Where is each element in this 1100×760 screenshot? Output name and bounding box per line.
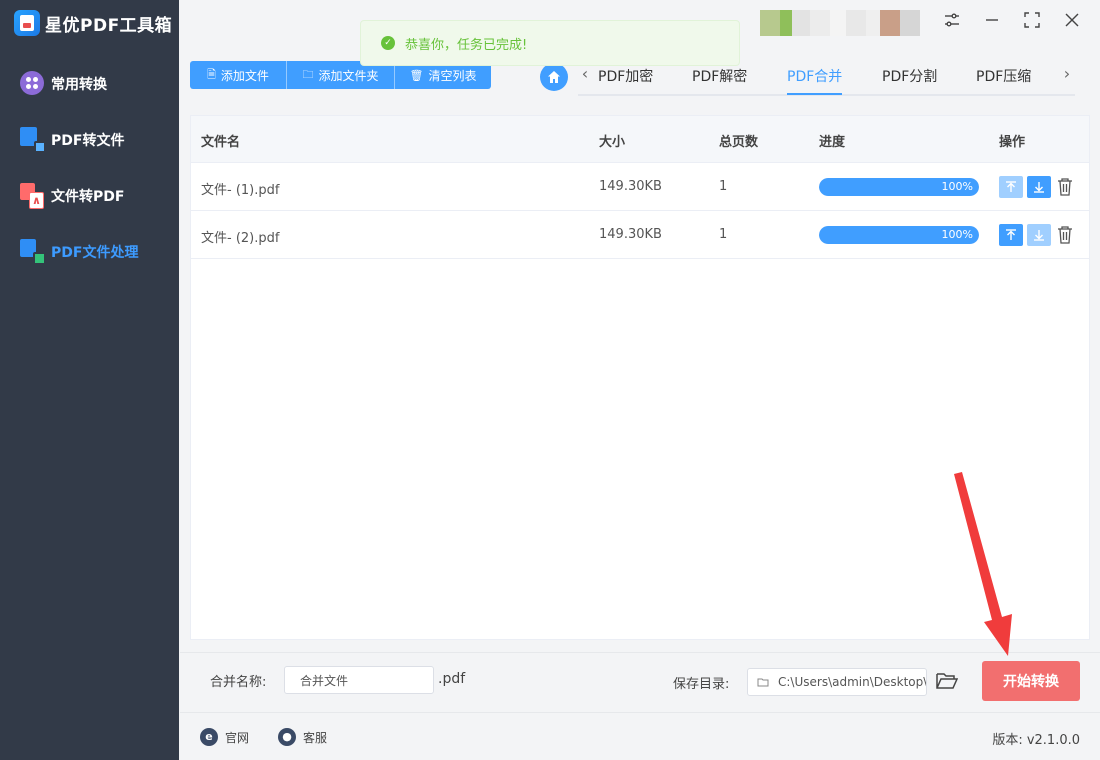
user-avatar-blurred[interactable]	[760, 10, 920, 36]
add-folder-label: 添加文件夹	[318, 68, 379, 83]
save-dir-label: 保存目录:	[673, 677, 730, 692]
website-label: 官网	[225, 730, 250, 745]
check-circle-icon: ✓	[381, 36, 395, 50]
pdf-processing-icon	[20, 239, 46, 265]
delete-icon[interactable]	[1056, 176, 1074, 198]
arrow-down-icon	[1034, 230, 1044, 241]
add-file-button[interactable]: 🗎 添加文件	[190, 61, 287, 89]
move-down-button[interactable]	[1027, 224, 1051, 246]
progress-bar: 100%	[819, 226, 979, 244]
progress-text: 100%	[941, 180, 973, 193]
folder-icon: 🗀	[302, 67, 314, 81]
cell-pages: 1	[719, 227, 728, 242]
chevron-left-icon[interactable]: ‹	[578, 64, 592, 83]
start-convert-button[interactable]: 开始转换	[982, 661, 1080, 701]
save-dir-path: C:\Users\admin\Desktop\	[778, 675, 926, 689]
file-to-pdf-icon	[20, 183, 46, 209]
add-file-label: 添加文件	[220, 68, 269, 83]
save-dir-input[interactable]: C:\Users\admin\Desktop\	[747, 668, 927, 696]
header-progress: 进度	[819, 135, 846, 150]
sidebar: 星优PDF工具箱 常用转换 PDF转文件 文件转PDF PDF文件处理	[0, 0, 179, 760]
home-icon	[548, 71, 560, 83]
sidebar-item-pdf-to-file[interactable]: PDF转文件	[20, 127, 124, 153]
header-filename: 文件名	[201, 135, 241, 150]
app-title: 星优PDF工具箱	[45, 15, 173, 36]
browse-folder-icon[interactable]	[936, 671, 958, 691]
support-link[interactable]: ● 客服	[278, 728, 327, 746]
progress-bar: 100%	[819, 178, 979, 196]
cell-size: 149.30KB	[599, 179, 662, 194]
arrow-up-icon	[1006, 181, 1016, 192]
tab-pdf-compress[interactable]: PDF压缩	[976, 66, 1031, 86]
toast-message: 恭喜你，任务已完成!	[405, 37, 528, 53]
sidebar-item-file-to-pdf[interactable]: 文件转PDF	[20, 183, 124, 209]
footer: e 官网 ● 客服 版本: v2.1.0.0	[180, 712, 1100, 760]
tab-pdf-encrypt[interactable]: PDF加密	[598, 66, 653, 86]
minimize-icon[interactable]	[981, 12, 1003, 34]
pdf-to-file-icon	[20, 127, 46, 153]
delete-icon[interactable]	[1056, 224, 1074, 246]
settings-sliders-icon[interactable]	[941, 12, 963, 34]
folder-small-icon	[757, 678, 769, 687]
arrow-up-icon	[1006, 229, 1016, 240]
move-up-button[interactable]	[999, 224, 1023, 246]
cell-filename: 文件- (2).pdf	[201, 231, 280, 246]
sidebar-item-label: 文件转PDF	[51, 189, 125, 205]
header-size: 大小	[599, 135, 626, 150]
file-icon: 🗎	[207, 67, 216, 81]
move-down-button[interactable]	[1027, 176, 1051, 198]
home-button[interactable]	[540, 63, 568, 91]
chevron-right-icon[interactable]: ›	[1060, 64, 1074, 83]
cell-size: 149.30KB	[599, 227, 662, 242]
annotation-arrow	[954, 472, 1012, 656]
cell-filename: 文件- (1).pdf	[201, 183, 280, 198]
sidebar-item-common-convert[interactable]: 常用转换	[20, 71, 107, 97]
sidebar-item-label: PDF转文件	[51, 133, 125, 149]
pdf-logo-icon	[14, 10, 40, 36]
merge-name-label: 合并名称:	[210, 675, 267, 690]
app-logo: 星优PDF工具箱	[14, 10, 172, 36]
progress-text: 100%	[941, 228, 973, 241]
sidebar-item-label: 常用转换	[51, 77, 107, 93]
support-label: 客服	[303, 730, 328, 745]
table-header: 文件名 大小 总页数 进度 操作	[191, 116, 1089, 163]
maximize-icon[interactable]	[1021, 12, 1043, 34]
sidebar-item-pdf-processing[interactable]: PDF文件处理	[20, 239, 138, 265]
table-row: 文件- (2).pdf 149.30KB 1 100%	[191, 211, 1089, 259]
trash-icon: 🗑	[409, 68, 424, 82]
tab-pdf-split[interactable]: PDF分割	[882, 66, 937, 86]
header-actions: 操作	[999, 135, 1026, 150]
move-up-button[interactable]	[999, 176, 1023, 198]
flower-icon	[20, 71, 46, 97]
arrow-down-icon	[1034, 182, 1044, 193]
merge-extension: .pdf	[438, 671, 466, 687]
sidebar-item-label: PDF文件处理	[51, 245, 139, 261]
merge-name-input[interactable]: 合并文件	[284, 666, 434, 694]
tab-pdf-merge[interactable]: PDF合并	[787, 66, 842, 86]
success-toast: ✓ 恭喜你，任务已完成!	[360, 20, 740, 66]
chat-bubble-icon: ●	[278, 728, 296, 746]
clear-list-label: 清空列表	[428, 68, 477, 83]
active-tab-indicator	[787, 93, 842, 95]
close-icon[interactable]	[1061, 12, 1083, 34]
cell-pages: 1	[719, 179, 728, 194]
tab-pdf-decrypt[interactable]: PDF解密	[692, 66, 747, 86]
table-row: 文件- (1).pdf 149.30KB 1 100%	[191, 163, 1089, 211]
version-label: 版本: v2.1.0.0	[992, 733, 1080, 748]
header-pages: 总页数	[719, 135, 759, 150]
ie-globe-icon: e	[200, 728, 218, 746]
website-link[interactable]: e 官网	[200, 728, 249, 746]
